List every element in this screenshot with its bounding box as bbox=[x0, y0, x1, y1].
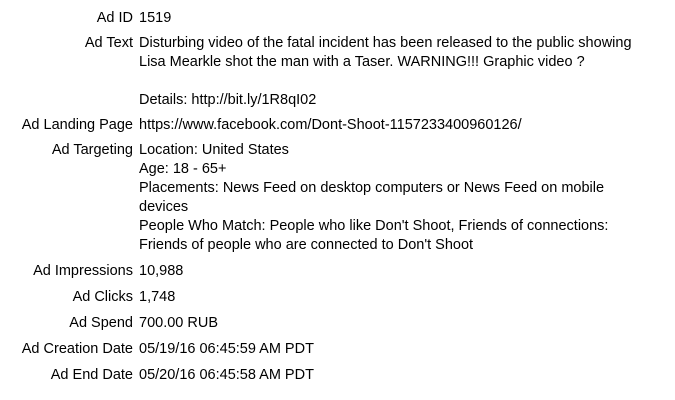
ad-text-line: Disturbing video of the fatal incident h… bbox=[139, 35, 632, 51]
ad-creation-date-row: Ad Creation Date 05/19/16 06:45:59 AM PD… bbox=[0, 340, 675, 359]
targeting-line: Friends of people who are connected to D… bbox=[139, 237, 474, 253]
ad-id-value: 1519 bbox=[139, 10, 172, 26]
ad-text-details: Details: http://bit.ly/1R8qI02 bbox=[139, 92, 317, 108]
ad-id-row: Ad ID 1519 bbox=[0, 9, 675, 28]
ad-creation-date-label: Ad Creation Date bbox=[21, 341, 133, 357]
ad-end-date-row: Ad End Date 05/20/16 06:45:58 AM PDT bbox=[0, 366, 675, 385]
ad-landing-page-value: https://www.facebook.com/Dont-Shoot-1157… bbox=[139, 117, 522, 133]
ad-text-value: Disturbing video of the fatal incident h… bbox=[139, 34, 669, 110]
ad-landing-page-label: Ad Landing Page bbox=[21, 117, 133, 133]
ad-creation-date-value: 05/19/16 06:45:59 AM PDT bbox=[139, 341, 314, 357]
targeting-line: Placements: News Feed on desktop compute… bbox=[139, 180, 605, 196]
ad-text-label: Ad Text bbox=[84, 35, 133, 51]
ad-end-date-value: 05/20/16 06:45:58 AM PDT bbox=[139, 367, 314, 383]
targeting-line: People Who Match: People who like Don't … bbox=[139, 218, 609, 234]
ad-impressions-value: 10,988 bbox=[139, 263, 184, 279]
targeting-line: devices bbox=[139, 199, 189, 215]
ad-spend-label: Ad Spend bbox=[69, 315, 133, 331]
ad-clicks-value: 1,748 bbox=[139, 289, 176, 305]
ad-text-spacer bbox=[139, 72, 669, 91]
ad-targeting-label: Ad Targeting bbox=[51, 142, 133, 158]
ad-spend-value: 700.00 RUB bbox=[139, 315, 218, 331]
ad-targeting-row: Ad Targeting Location: United States Age… bbox=[0, 141, 675, 255]
ad-end-date-label: Ad End Date bbox=[50, 367, 133, 383]
ad-impressions-label: Ad Impressions bbox=[33, 263, 133, 279]
targeting-line: Age: 18 - 65+ bbox=[139, 161, 227, 177]
ad-record: Ad ID 1519 Ad Text Disturbing video of t… bbox=[0, 9, 675, 385]
ad-impressions-row: Ad Impressions 10,988 bbox=[0, 262, 675, 281]
ad-clicks-label: Ad Clicks bbox=[72, 289, 133, 305]
ad-clicks-row: Ad Clicks 1,748 bbox=[0, 288, 675, 307]
targeting-line: Location: United States bbox=[139, 142, 289, 158]
ad-spend-row: Ad Spend 700.00 RUB bbox=[0, 314, 675, 333]
ad-targeting-value: Location: United States Age: 18 - 65+ Pl… bbox=[139, 141, 669, 255]
ad-text-line: Lisa Mearkle shot the man with a Taser. … bbox=[139, 54, 585, 70]
ad-id-label: Ad ID bbox=[96, 10, 133, 26]
ad-text-row: Ad Text Disturbing video of the fatal in… bbox=[0, 34, 675, 110]
ad-landing-page-row: Ad Landing Page https://www.facebook.com… bbox=[0, 116, 675, 135]
